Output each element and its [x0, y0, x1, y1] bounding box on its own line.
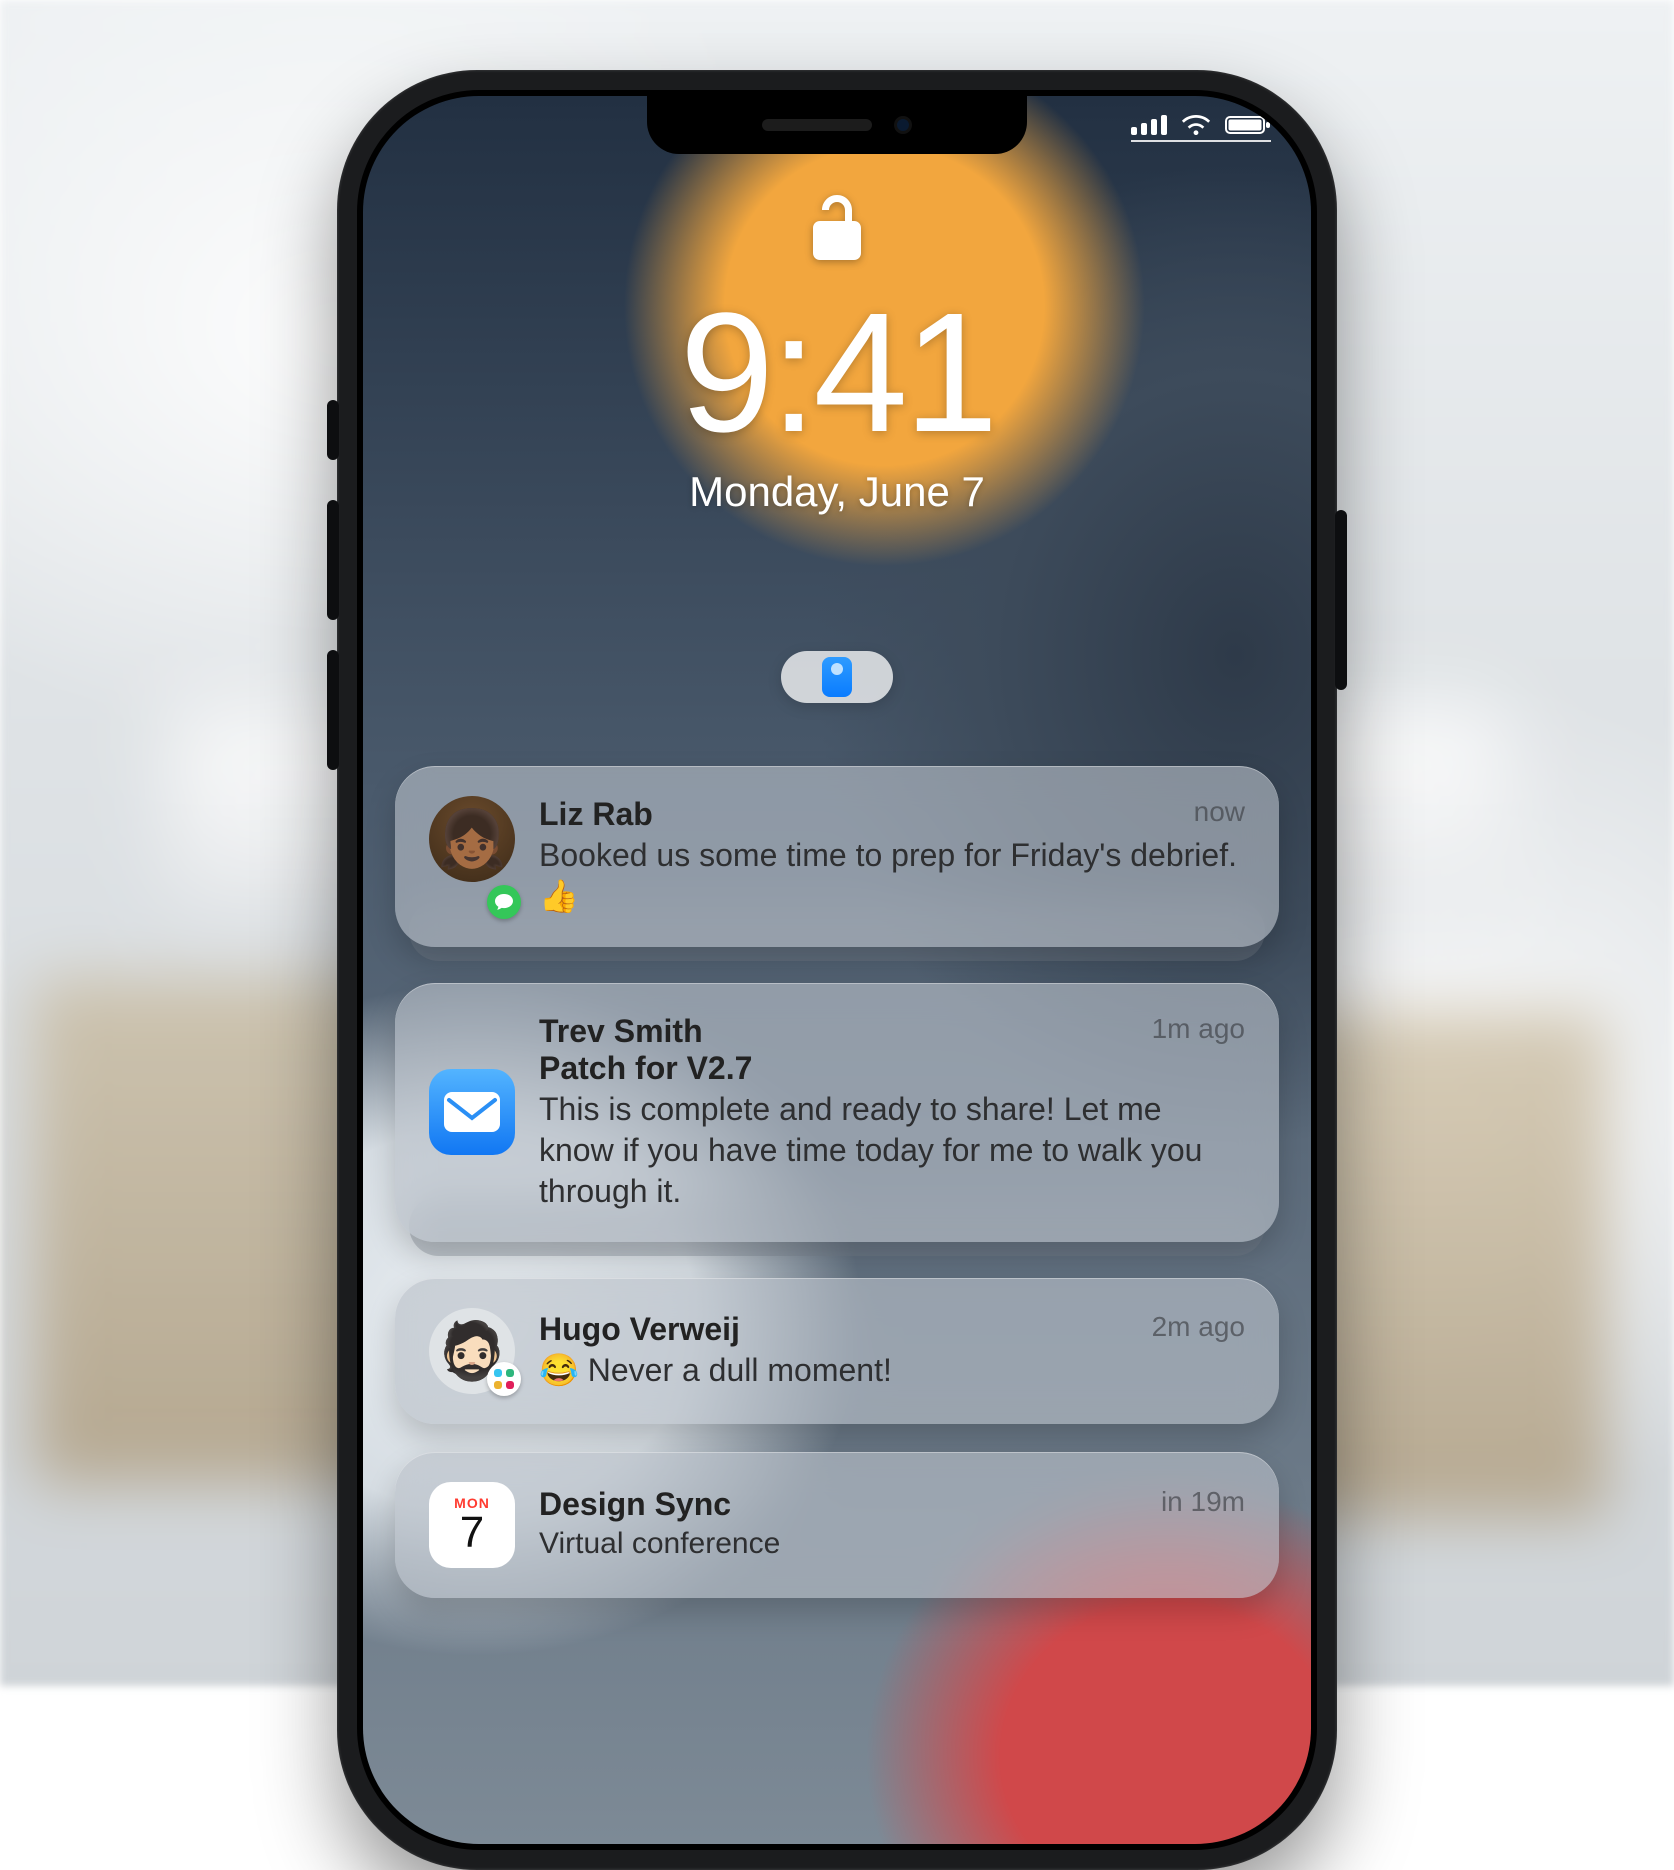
clock-date: Monday, June 7	[363, 468, 1311, 516]
notification-item: 🧔🏻 Hugo Verweij 2m ago 😂 Never a dull mo…	[395, 1278, 1279, 1424]
notification-card[interactable]: 👧🏾 Liz Rab now Booked us some time to pr…	[395, 766, 1279, 947]
focus-badge-icon	[822, 657, 852, 697]
lock-screen[interactable]: 9:41 Monday, June 7 👧🏾	[363, 96, 1311, 1844]
contact-avatar: 👧🏾	[429, 796, 515, 882]
calendar-app-icon: MON 7	[429, 1482, 515, 1568]
notification-title: Design Sync	[539, 1486, 731, 1523]
unlock-icon	[363, 191, 1311, 270]
notification-timestamp: 2m ago	[1152, 1311, 1245, 1348]
notification-message: Booked us some time to prep for Friday's…	[539, 835, 1245, 917]
volume-up-button[interactable]	[327, 500, 339, 620]
power-button[interactable]	[1335, 510, 1347, 690]
notification-item: MON 7 Design Sync in 19m Virtual confere…	[395, 1452, 1279, 1598]
notification-message: This is complete and ready to share! Let…	[539, 1089, 1245, 1212]
notification-stack: 👧🏾 Liz Rab now Booked us some time to pr…	[395, 766, 1279, 947]
notification-timestamp: 1m ago	[1152, 1013, 1245, 1050]
status-bar	[1131, 114, 1271, 136]
front-camera	[894, 116, 912, 134]
calendar-icon-day: 7	[460, 1511, 484, 1555]
notch	[647, 96, 1027, 154]
notification-sender: Hugo Verweij	[539, 1311, 740, 1348]
volume-down-button[interactable]	[327, 650, 339, 770]
notification-list: 👧🏾 Liz Rab now Booked us some time to pr…	[395, 766, 1279, 1634]
speaker-grille	[762, 119, 872, 131]
phone-frame: 9:41 Monday, June 7 👧🏾	[337, 70, 1337, 1870]
notification-subtitle: Virtual conference	[539, 1525, 1245, 1563]
messages-app-badge-icon	[487, 885, 521, 919]
mute-switch[interactable]	[327, 400, 339, 460]
notification-sender: Trev Smith	[539, 1013, 703, 1050]
cellular-signal-icon	[1131, 115, 1167, 135]
notification-timestamp: in 19m	[1161, 1486, 1245, 1523]
notification-stack: Trev Smith 1m ago Patch for V2.7 This is…	[395, 983, 1279, 1242]
notification-card[interactable]: 🧔🏻 Hugo Verweij 2m ago 😂 Never a dull mo…	[395, 1278, 1279, 1424]
focus-mode-pill[interactable]	[781, 651, 893, 703]
slack-app-badge-icon	[487, 1362, 521, 1396]
battery-icon	[1225, 114, 1271, 136]
notification-timestamp: now	[1194, 796, 1245, 833]
wifi-icon	[1181, 114, 1211, 136]
notification-card[interactable]: MON 7 Design Sync in 19m Virtual confere…	[395, 1452, 1279, 1598]
notification-message: 😂 Never a dull moment!	[539, 1350, 1245, 1391]
notification-subject: Patch for V2.7	[539, 1050, 1245, 1087]
clock-time: 9:41	[363, 288, 1311, 458]
notification-card[interactable]: Trev Smith 1m ago Patch for V2.7 This is…	[395, 983, 1279, 1242]
mail-app-icon	[429, 1069, 515, 1155]
notification-sender: Liz Rab	[539, 796, 653, 833]
